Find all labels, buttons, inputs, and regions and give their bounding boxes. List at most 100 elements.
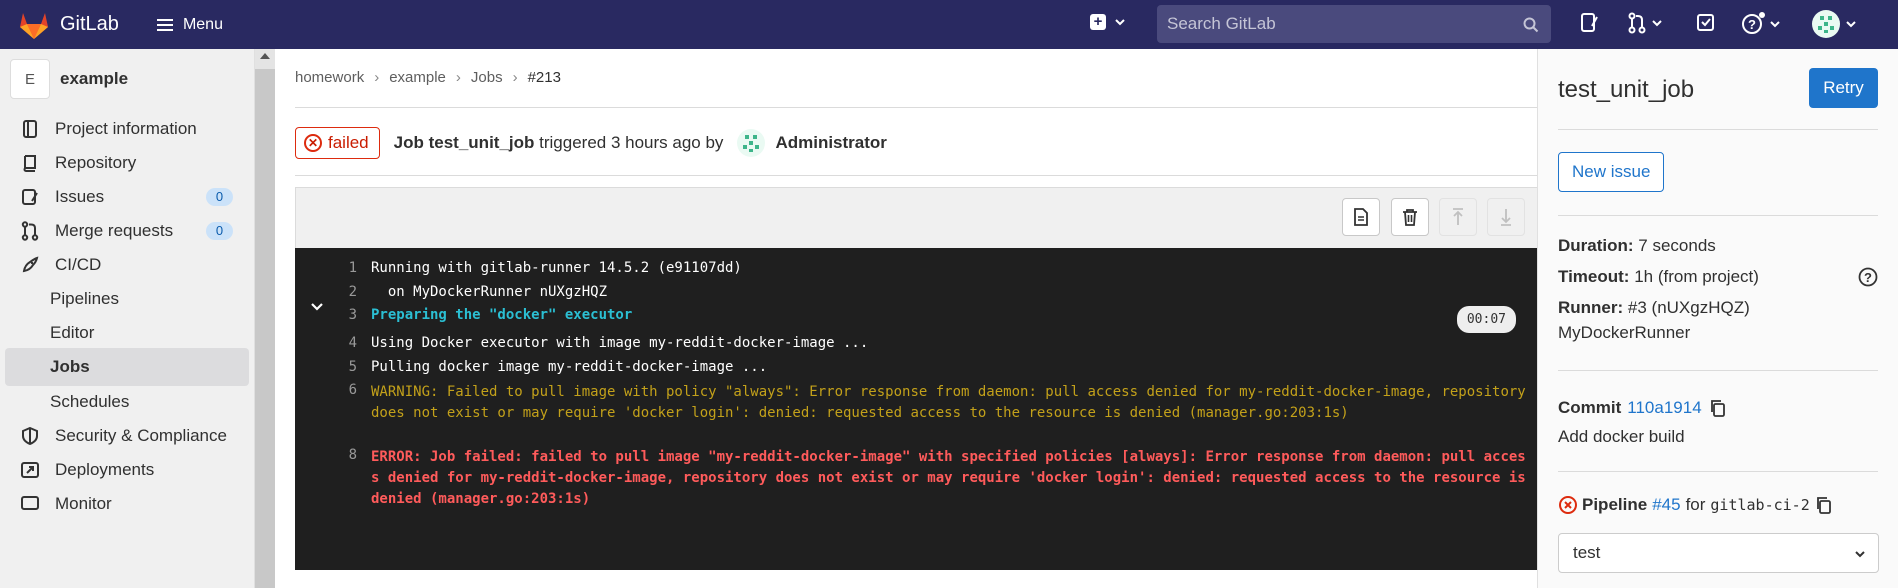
sidebar-item-label: Schedules <box>50 392 130 411</box>
scroll-to-bottom-button[interactable] <box>1487 198 1525 236</box>
search-box[interactable] <box>1157 5 1551 43</box>
commit-sha-link[interactable]: 110a1914 <box>1627 398 1701 418</box>
merge-request-icon <box>1628 12 1646 34</box>
sidebar-item-merge-requests[interactable]: Merge requests 0 <box>5 212 249 250</box>
line-number[interactable]: 3 <box>337 307 357 323</box>
todo-checkbox-icon[interactable] <box>1696 12 1716 34</box>
retry-button[interactable]: Retry <box>1809 68 1878 108</box>
main-content: homework › example › Jobs › #213 ✕ failed J… <box>275 49 1538 588</box>
collapse-section-chevron-icon[interactable] <box>310 300 324 314</box>
breadcrumb: homework › example › Jobs › #213 <box>295 69 561 86</box>
chevron-down-icon <box>1855 551 1865 558</box>
help-button[interactable]: ? <box>1741 12 1781 36</box>
rocket-icon <box>20 256 40 274</box>
scroll-to-top-button[interactable] <box>1439 198 1477 236</box>
breadcrumb-item[interactable]: example <box>389 69 446 86</box>
section-duration-badge: 00:07 <box>1456 306 1516 333</box>
sidebar-item-pipelines[interactable]: Pipelines <box>5 280 249 318</box>
sidebar-item-label: Issues <box>55 187 105 206</box>
line-number[interactable]: 6 <box>337 382 357 398</box>
issues-icon <box>20 188 40 206</box>
stage-select[interactable]: test <box>1558 533 1879 573</box>
help-icon[interactable]: ? <box>1858 267 1878 287</box>
pipeline-id-link[interactable]: #45 <box>1652 495 1680 515</box>
sidebar-item-project-information[interactable]: Project information <box>5 110 249 148</box>
chevron-down-icon <box>1846 21 1856 28</box>
shield-icon <box>20 427 40 445</box>
stage-select-value: test <box>1573 543 1601 562</box>
sidebar-item-schedules[interactable]: Schedules <box>5 383 249 421</box>
issues-nav-icon[interactable] <box>1580 12 1600 34</box>
sidebar-item-deployments[interactable]: Deployments <box>5 451 249 489</box>
sidebar-item-editor[interactable]: Editor <box>5 314 249 352</box>
line-number[interactable]: 5 <box>337 359 357 375</box>
gitlab-logo[interactable]: GitLab <box>18 10 119 40</box>
runner-name: MyDockerRunner <box>1558 323 1691 342</box>
sidebar-item-label: Repository <box>55 153 137 172</box>
erase-log-button[interactable] <box>1391 198 1429 236</box>
user-avatar-icon <box>1812 10 1840 38</box>
monitor-icon <box>20 495 40 513</box>
pipeline-ref[interactable]: gitlab-ci-2 <box>1710 496 1809 514</box>
copy-icon[interactable] <box>1816 496 1832 514</box>
merge-request-icon <box>20 221 40 241</box>
sidebar-item-label: Deployments <box>55 460 155 479</box>
line-number[interactable]: 2 <box>337 284 357 300</box>
sidebar-item-security-compliance[interactable]: Security & Compliance <box>5 417 249 455</box>
breadcrumb-current[interactable]: #213 <box>528 69 561 86</box>
gitlab-logo-text: GitLab <box>60 13 119 35</box>
user-name-link[interactable]: Administrator <box>775 133 886 153</box>
sidebar-item-label: Pipelines <box>50 289 119 308</box>
create-new-button[interactable]: + <box>1090 14 1126 30</box>
breadcrumb-item[interactable]: homework <box>295 69 364 86</box>
sidebar-item-jobs[interactable]: Jobs <box>5 348 249 386</box>
copy-icon[interactable] <box>1710 399 1726 417</box>
log-text: Running with gitlab-runner 14.5.2 (e9110… <box>371 260 742 276</box>
show-raw-button[interactable] <box>1342 198 1380 236</box>
chevron-down-icon <box>1770 21 1780 28</box>
commit-label: Commit <box>1558 398 1622 417</box>
log-error-text: ERROR: Job failed: failed to pull image … <box>371 449 1526 507</box>
repository-icon <box>20 154 40 172</box>
status-failed-icon <box>1559 496 1577 514</box>
divider <box>295 107 1538 108</box>
commit-info: Commit 110a1914 <box>1558 398 1726 418</box>
status-label: failed <box>328 133 369 152</box>
trash-icon <box>1403 209 1417 226</box>
merge-requests-nav-button[interactable] <box>1628 12 1663 34</box>
runner-value: #3 (nUXgzHQZ) <box>1627 298 1750 317</box>
divider <box>295 175 1538 176</box>
sidebar-item-label: CI/CD <box>55 255 102 274</box>
runner-label: Runner: <box>1558 298 1624 317</box>
sidebar-item-cicd[interactable]: CI/CD <box>5 246 249 284</box>
menu-button[interactable]: Menu <box>156 16 223 34</box>
scroll-up-icon <box>1453 208 1463 225</box>
sidebar-item-issues[interactable]: Issues 0 <box>5 178 249 216</box>
sidebar-scrollbar[interactable] <box>255 49 275 588</box>
sidebar-item-repository[interactable]: Repository <box>5 144 249 182</box>
line-number[interactable]: 8 <box>337 447 357 463</box>
chevron-down-icon <box>1652 20 1662 27</box>
line-number[interactable]: 1 <box>337 260 357 276</box>
duration-label: Duration: <box>1558 236 1634 255</box>
status-badge[interactable]: ✕ failed <box>295 127 380 159</box>
job-prefix: Job <box>393 133 424 152</box>
sidebar-item-monitor[interactable]: Monitor <box>5 485 249 523</box>
user-avatar[interactable] <box>737 129 766 157</box>
scroll-up-arrow-icon[interactable] <box>260 53 270 59</box>
user-menu-button[interactable] <box>1812 10 1857 38</box>
breadcrumb-item[interactable]: Jobs <box>471 69 503 86</box>
new-issue-button[interactable]: New issue <box>1558 152 1665 192</box>
project-header[interactable]: E example <box>10 59 128 99</box>
project-avatar: E <box>10 59 50 99</box>
sidebar-item-label: Security & Compliance <box>55 426 227 445</box>
scrollbar-thumb[interactable] <box>255 69 275 588</box>
line-number[interactable]: 4 <box>337 335 357 351</box>
search-input[interactable] <box>1167 14 1507 34</box>
job-header: ✕ failed Job test_unit_job triggered 3 h… <box>295 127 887 159</box>
search-icon <box>1523 17 1539 33</box>
chevron-down-icon <box>1115 19 1125 26</box>
job-title: Job test_unit_job triggered 3 hours ago … <box>394 133 724 153</box>
job-log: 1 Running with gitlab-runner 14.5.2 (e91… <box>295 248 1538 570</box>
deployments-icon <box>20 461 40 479</box>
